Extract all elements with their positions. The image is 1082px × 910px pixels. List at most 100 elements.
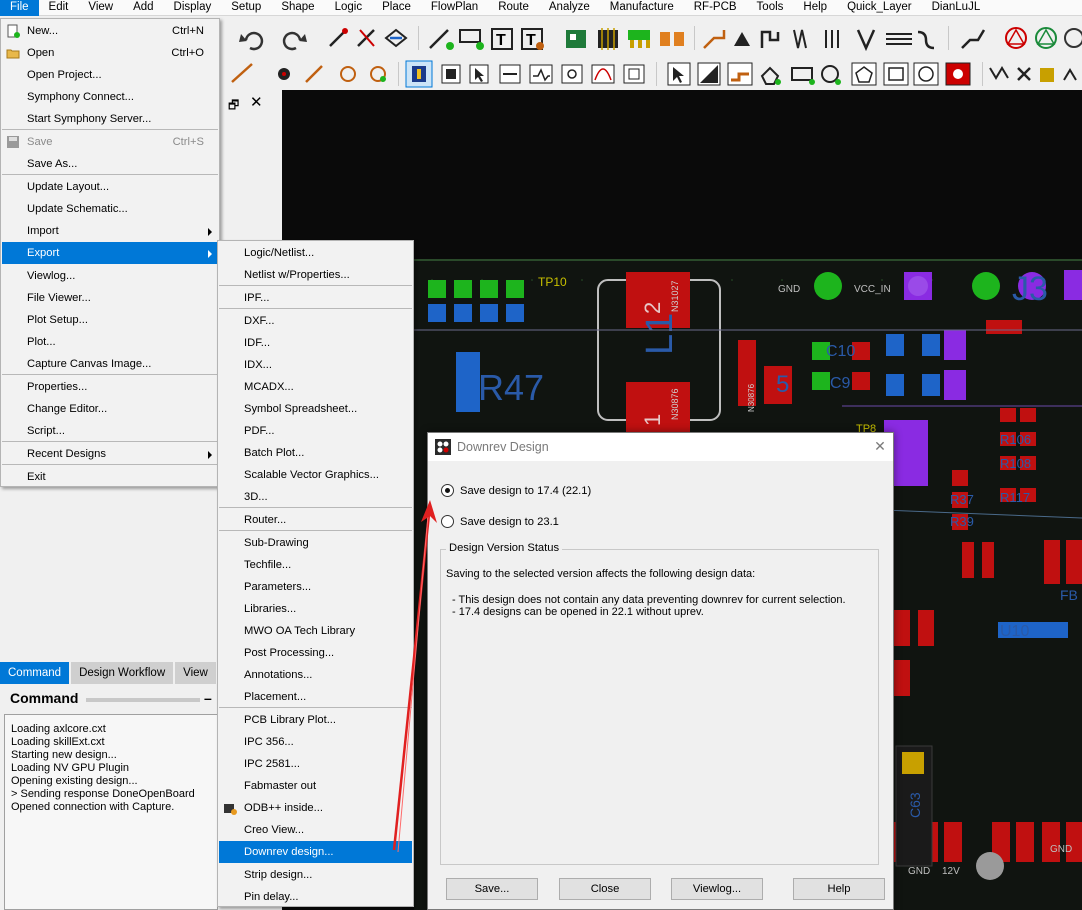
component-icon[interactable] xyxy=(566,30,586,48)
help-button[interactable]: Help xyxy=(793,878,885,900)
menu-manufacture[interactable]: Manufacture xyxy=(600,0,684,16)
menu-analyze[interactable]: Analyze xyxy=(539,0,600,16)
menu-file[interactable]: File xyxy=(0,0,39,16)
save-button[interactable]: Save... xyxy=(446,878,538,900)
undo-icon[interactable] xyxy=(239,31,264,51)
menu-item-plot-setup[interactable]: Plot Setup... xyxy=(2,309,218,331)
menu-item-batch-plot[interactable]: Batch Plot... xyxy=(219,442,412,464)
menu-item-sub-drawing[interactable]: Sub-Drawing xyxy=(219,532,412,554)
edit-text-icon[interactable]: T xyxy=(521,28,544,50)
v-route-icon[interactable] xyxy=(856,29,876,52)
close-icon[interactable]: ✕ xyxy=(872,438,888,455)
menu-item-plot[interactable]: Plot... xyxy=(2,331,218,353)
shape-stair-icon[interactable] xyxy=(727,62,753,86)
redo-icon[interactable] xyxy=(282,31,307,51)
ratsnest-icon[interactable] xyxy=(1005,27,1027,49)
net-icon[interactable] xyxy=(499,64,521,84)
menu-item-odb[interactable]: ODB++ inside... xyxy=(219,797,412,819)
shape-void-icon[interactable] xyxy=(945,62,971,86)
menu-item-annotations[interactable]: Annotations... xyxy=(219,664,412,686)
fanout-icon[interactable] xyxy=(760,30,780,48)
delete-icon[interactable] xyxy=(1017,67,1031,81)
menu-item-capture-canvas[interactable]: Capture Canvas Image... xyxy=(2,353,218,375)
menu-item-libraries[interactable]: Libraries... xyxy=(219,598,412,620)
menu-item-ipf[interactable]: IPF... xyxy=(219,287,412,309)
menu-item-mcadx[interactable]: MCADX... xyxy=(219,376,412,398)
menu-item-idx[interactable]: IDX... xyxy=(219,354,412,376)
menu-tools[interactable]: Tools xyxy=(747,0,794,16)
shape-square-icon[interactable] xyxy=(883,62,909,86)
tab-command[interactable]: Command xyxy=(0,662,70,684)
tab-design-workflow[interactable]: Design Workflow xyxy=(71,662,174,684)
menu-item-update-layout[interactable]: Update Layout... xyxy=(2,176,218,198)
menu-item-open-project[interactable]: Open Project... xyxy=(2,64,218,86)
select-arrow-icon[interactable] xyxy=(469,64,489,84)
signal-icon[interactable] xyxy=(561,64,583,84)
ratsnest-dark-icon[interactable] xyxy=(1064,28,1082,48)
menu-item-viewlog[interactable]: Viewlog... xyxy=(2,265,218,287)
menu-item-change-editor[interactable]: Change Editor... xyxy=(2,398,218,420)
node-route-icon[interactable] xyxy=(961,29,986,49)
menu-item-exit[interactable]: Exit xyxy=(2,466,218,488)
menu-item-start-symphony-server[interactable]: Start Symphony Server... xyxy=(2,108,218,130)
restore-icon[interactable]: 🗗 xyxy=(228,96,239,117)
menu-item-pcb-library-plot[interactable]: PCB Library Plot... xyxy=(219,709,412,731)
menu-item-svg[interactable]: Scalable Vector Graphics... xyxy=(219,464,412,486)
menu-item-save-as[interactable]: Save As... xyxy=(2,153,218,175)
menu-view[interactable]: View xyxy=(78,0,123,16)
add-text-icon[interactable]: T xyxy=(491,28,513,50)
menu-item-netlist-properties[interactable]: Netlist w/Properties... xyxy=(219,264,412,286)
drill-icon[interactable] xyxy=(370,66,386,82)
dimension-icon[interactable] xyxy=(1063,68,1077,81)
menu-item-idf[interactable]: IDF... xyxy=(219,332,412,354)
frame-icon[interactable] xyxy=(623,64,645,84)
radio-selected-icon[interactable] xyxy=(441,484,454,497)
chip-select-icon[interactable] xyxy=(441,64,461,84)
menu-route[interactable]: Route xyxy=(488,0,539,16)
radio-unselected-icon[interactable] xyxy=(441,515,454,528)
resistor-icon[interactable] xyxy=(660,32,684,46)
menu-logic[interactable]: Logic xyxy=(325,0,373,16)
shape-circle2-icon[interactable] xyxy=(913,62,939,86)
menu-item-import[interactable]: Import xyxy=(2,220,218,242)
route-trim-icon[interactable] xyxy=(989,66,1009,80)
menu-item-dxf[interactable]: DXF... xyxy=(219,310,412,332)
command-log[interactable]: Loading axlcore.cxt Loading skillExt.cxt… xyxy=(4,714,218,910)
curve-icon[interactable] xyxy=(591,64,615,84)
shape-pentagon-icon[interactable] xyxy=(851,62,877,86)
menu-item-export[interactable]: Export xyxy=(2,242,218,264)
menu-dianlujl[interactable]: DianLuJL xyxy=(922,0,991,16)
menu-item-script[interactable]: Script... xyxy=(2,420,218,442)
pointer-icon[interactable] xyxy=(667,62,691,86)
menu-item-logic-netlist[interactable]: Logic/Netlist... xyxy=(219,242,412,264)
chip-icon[interactable] xyxy=(598,28,618,50)
menu-help[interactable]: Help xyxy=(793,0,837,16)
pin-icon[interactable] xyxy=(329,28,348,47)
lines-icon[interactable] xyxy=(886,33,912,45)
unpin-icon[interactable] xyxy=(357,29,375,47)
menu-item-techfile[interactable]: Techfile... xyxy=(219,554,412,576)
glossing-icon[interactable] xyxy=(917,30,935,50)
menu-item-properties[interactable]: Properties... xyxy=(2,376,218,398)
close-icon[interactable]: ✕ xyxy=(250,93,263,111)
menu-item-ipc2581[interactable]: IPC 2581... xyxy=(219,753,412,775)
grid-toggle-icon[interactable] xyxy=(405,60,433,88)
menu-display[interactable]: Display xyxy=(164,0,222,16)
bug-icon[interactable] xyxy=(278,68,290,80)
menu-item-recent-designs[interactable]: Recent Designs xyxy=(2,443,218,465)
tab-view[interactable]: View xyxy=(175,662,216,684)
shape-fill-icon[interactable] xyxy=(697,62,721,86)
minimize-icon[interactable]: – xyxy=(204,690,212,706)
menu-item-symphony-connect[interactable]: Symphony Connect... xyxy=(2,86,218,108)
menu-item-downrev[interactable]: Downrev design... xyxy=(219,841,412,863)
menu-item-pdf[interactable]: PDF... xyxy=(219,420,412,442)
menu-item-ipc356[interactable]: IPC 356... xyxy=(219,731,412,753)
book-icon[interactable] xyxy=(1040,68,1054,82)
menu-item-new[interactable]: New... Ctrl+N xyxy=(2,20,218,42)
cut-icon[interactable] xyxy=(305,65,323,83)
option-17-4[interactable]: Save design to 17.4 (22.1) xyxy=(441,484,591,497)
tuning-icon[interactable] xyxy=(825,30,839,48)
add-rect-icon[interactable] xyxy=(459,29,484,50)
menu-item-placement[interactable]: Placement... xyxy=(219,686,412,708)
add-connect-icon[interactable] xyxy=(429,29,454,50)
